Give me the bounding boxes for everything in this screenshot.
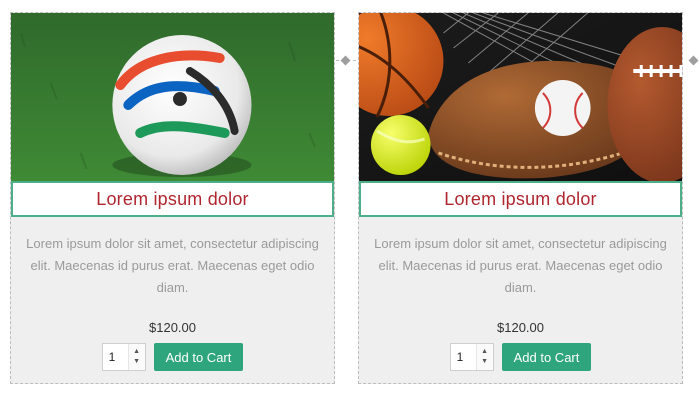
quantity-value[interactable]: 1 (109, 350, 116, 364)
increment-icon[interactable]: ▲ (481, 347, 488, 357)
add-to-cart-button[interactable]: Add to Cart (153, 343, 244, 371)
product-card-2: Lorem ipsum dolor Lorem ipsum dolor sit … (358, 12, 683, 384)
product-title-bar: Lorem ipsum dolor (11, 181, 334, 217)
soccer-ball-icon (11, 13, 334, 181)
product-card-1: Lorem ipsum dolor Lorem ipsum dolor sit … (10, 12, 335, 384)
increment-icon[interactable]: ▲ (133, 347, 140, 357)
product-price: $120.00 (497, 320, 544, 335)
product-image-sports-equipment (359, 13, 682, 181)
decrement-icon[interactable]: ▼ (133, 357, 140, 367)
sports-equipment-icon (359, 13, 682, 181)
cart-controls: 1 ▲ ▼ Add to Cart (11, 343, 334, 371)
add-to-cart-button[interactable]: Add to Cart (501, 343, 592, 371)
product-title[interactable]: Lorem ipsum dolor (444, 189, 596, 210)
product-description: Lorem ipsum dolor sit amet, consectetur … (374, 236, 667, 295)
quantity-stepper-buttons[interactable]: ▲ ▼ (127, 344, 145, 370)
connector-handle-right[interactable] (688, 55, 699, 66)
quantity-stepper-buttons[interactable]: ▲ ▼ (475, 344, 493, 370)
product-image-soccer-ball (11, 13, 334, 181)
quantity-stepper[interactable]: 1 ▲ ▼ (449, 343, 494, 371)
product-title[interactable]: Lorem ipsum dolor (96, 189, 248, 210)
quantity-value[interactable]: 1 (457, 350, 464, 364)
quantity-stepper[interactable]: 1 ▲ ▼ (101, 343, 146, 371)
product-description: Lorem ipsum dolor sit amet, consectetur … (26, 236, 319, 295)
product-price: $120.00 (149, 320, 196, 335)
product-grid-page: Lorem ipsum dolor Lorem ipsum dolor sit … (0, 0, 700, 400)
connector-handle[interactable] (340, 55, 351, 66)
cart-controls: 1 ▲ ▼ Add to Cart (359, 343, 682, 371)
decrement-icon[interactable]: ▼ (481, 357, 488, 367)
product-title-bar: Lorem ipsum dolor (359, 181, 682, 217)
